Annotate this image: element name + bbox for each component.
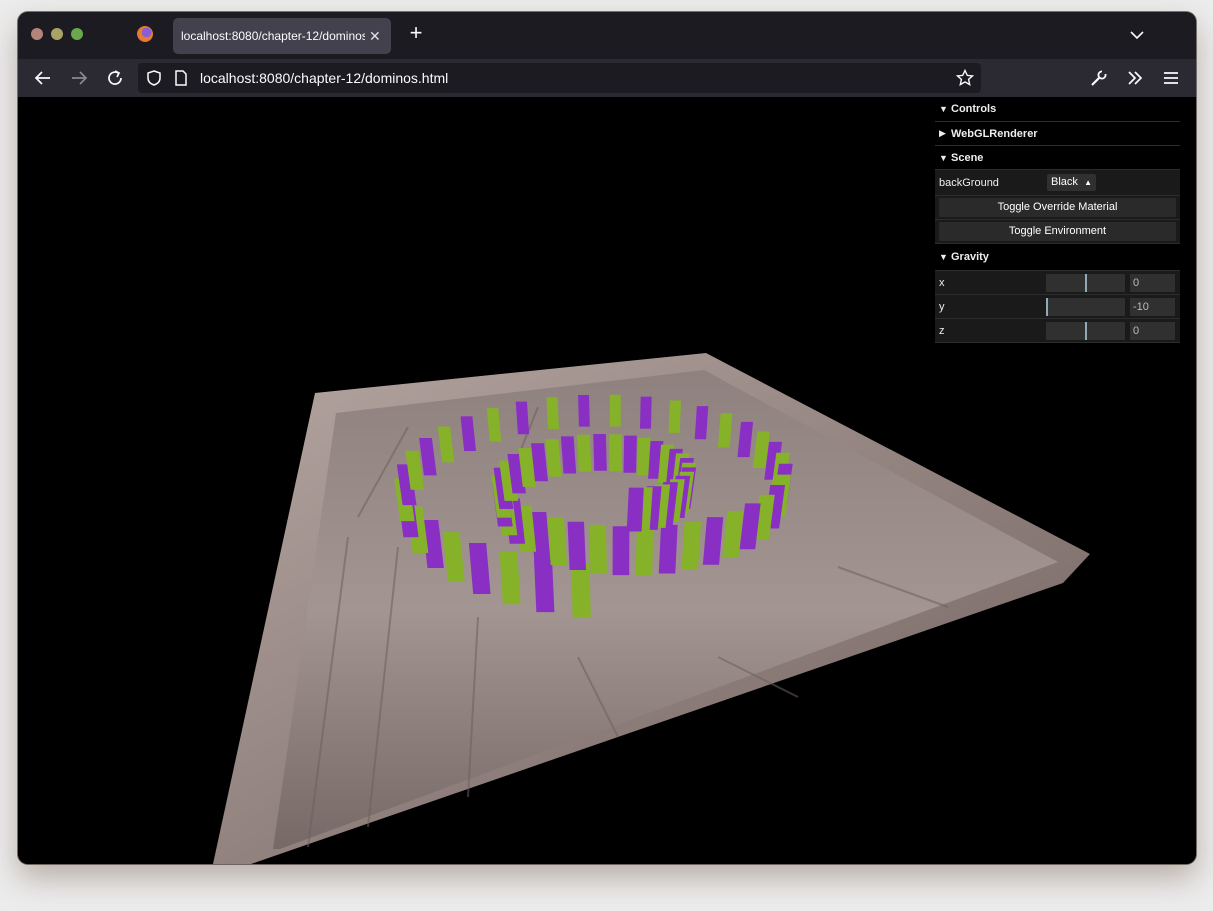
gravity-y-input[interactable]: -10: [1130, 298, 1175, 316]
domino: [571, 563, 591, 618]
reload-button[interactable]: [105, 68, 125, 88]
tab-close-icon[interactable]: ✕: [369, 28, 381, 45]
domino: [499, 552, 521, 605]
chevron-down-icon: ▼: [939, 152, 948, 163]
controls-panel: ▼ Controls ▶ WebGLRenderer ▼ Scene backG…: [935, 97, 1180, 343]
more-tools-button[interactable]: [1125, 68, 1145, 88]
gravity-z-slider-handle[interactable]: [1085, 322, 1087, 340]
url-text: localhost:8080/chapter-12/dominos.html: [200, 70, 449, 86]
domino: [681, 521, 702, 571]
reload-icon: [108, 70, 122, 85]
firefox-view-icon[interactable]: [137, 26, 153, 42]
folder-webglrenderer[interactable]: ▶ WebGLRenderer: [935, 122, 1180, 146]
folder-webglrenderer-label: WebGLRenderer: [951, 127, 1038, 140]
tracking-protection-shield-icon[interactable]: [144, 68, 164, 88]
page-info-icon[interactable]: [171, 68, 191, 88]
domino: [593, 433, 607, 471]
domino: [626, 487, 644, 532]
address-bar[interactable]: localhost:8080/chapter-12/dominos.html: [138, 63, 981, 93]
chevron-right-icon: ▶: [939, 128, 946, 138]
controls-header[interactable]: ▼ Controls: [935, 97, 1180, 122]
select-caret-icon: ▲: [1084, 178, 1092, 187]
gravity-z-input[interactable]: 0: [1130, 322, 1175, 340]
background-select-value: Black: [1051, 176, 1078, 188]
forward-button[interactable]: [69, 68, 89, 88]
browser-window: localhost:8080/chapter-12/dominos.html ✕…: [18, 12, 1196, 864]
shield-icon: [147, 70, 161, 86]
domino: [560, 436, 577, 474]
tab-dominos[interactable]: localhost:8080/chapter-12/dominos.html ✕: [173, 18, 391, 54]
domino: [635, 526, 654, 576]
domino: [623, 435, 637, 473]
navigation-toolbar: localhost:8080/chapter-12/dominos.html: [18, 59, 1196, 97]
gravity-z-slider[interactable]: [1046, 322, 1125, 340]
gravity-x-label: x: [939, 277, 945, 289]
list-all-tabs-button[interactable]: [1128, 26, 1146, 44]
hamburger-menu-icon: [1164, 72, 1178, 84]
chevron-down-icon: ▼: [939, 104, 948, 114]
chevron-down-icon: [1130, 31, 1144, 40]
domino: [534, 558, 555, 613]
star-icon: [955, 68, 975, 86]
domino: [578, 394, 590, 427]
toggle-environment-button[interactable]: Toggle Environment: [939, 222, 1176, 241]
chevron-down-icon: ▼: [939, 252, 948, 262]
domino: [694, 406, 709, 440]
webgl-canvas[interactable]: ▼ Controls ▶ WebGLRenderer ▼ Scene backG…: [18, 97, 1196, 864]
domino: [567, 521, 587, 570]
gravity-x-slider-handle[interactable]: [1085, 274, 1087, 292]
gravity-x-slider[interactable]: [1046, 274, 1125, 292]
toggle-override-material-button[interactable]: Toggle Override Material: [939, 198, 1176, 217]
window-close-button[interactable]: [31, 28, 43, 40]
controls-title: Controls: [951, 103, 997, 115]
background-row: backGround Black ▲: [935, 170, 1180, 196]
forward-arrow-icon: [72, 71, 88, 85]
domino: [589, 524, 607, 574]
tab-strip: localhost:8080/chapter-12/dominos.html ✕…: [18, 12, 1196, 59]
gravity-y-label: y: [939, 301, 945, 313]
developer-tools-button[interactable]: [1089, 68, 1109, 88]
background-label: backGround: [939, 177, 999, 189]
back-arrow-icon: [34, 71, 50, 85]
gravity-y-row: y -10: [935, 295, 1180, 319]
domino: [515, 401, 530, 435]
tab-title: localhost:8080/chapter-12/dominos.html: [181, 29, 365, 43]
folder-scene-label: Scene: [951, 151, 984, 164]
domino: [609, 434, 622, 472]
folder-scene[interactable]: ▼ Scene: [935, 146, 1180, 170]
domino: [640, 396, 652, 429]
new-tab-button[interactable]: +: [404, 22, 428, 46]
gravity-y-slider-handle[interactable]: [1046, 298, 1048, 316]
app-menu-button[interactable]: [1161, 68, 1181, 88]
toggle-override-row: Toggle Override Material: [935, 196, 1180, 220]
domino: [668, 400, 682, 433]
domino: [547, 517, 567, 566]
gravity-x-input[interactable]: 0: [1130, 274, 1175, 292]
gravity-y-slider[interactable]: [1046, 298, 1125, 316]
back-button[interactable]: [33, 68, 53, 88]
domino: [612, 526, 630, 576]
folder-gravity[interactable]: ▼ Gravity: [935, 244, 1180, 271]
folder-gravity-label: Gravity: [951, 251, 989, 263]
page-icon: [175, 70, 187, 86]
domino: [609, 394, 621, 427]
domino: [577, 434, 592, 472]
double-chevron-right-icon: [1128, 71, 1143, 85]
gravity-z-label: z: [939, 325, 945, 337]
domino: [658, 524, 678, 574]
gravity-z-row: z 0: [935, 319, 1180, 343]
gravity-x-row: x 0: [935, 271, 1180, 295]
toggle-environment-row: Toggle Environment: [935, 220, 1180, 244]
domino: [546, 397, 559, 430]
window-minimize-button[interactable]: [51, 28, 63, 40]
wrench-icon: [1091, 70, 1107, 86]
background-select[interactable]: Black ▲: [1047, 174, 1096, 191]
window-maximize-button[interactable]: [71, 28, 83, 40]
bookmark-star-button[interactable]: [955, 68, 975, 88]
